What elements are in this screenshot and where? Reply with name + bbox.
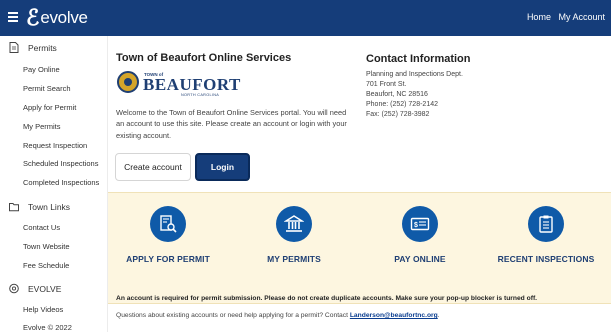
page-title: Town of Beaufort Online Services (116, 52, 292, 64)
contact-line: Planning and Inspections Dept. (366, 71, 463, 78)
evolve-logo-icon: ℰ (26, 5, 40, 30)
sidebar-section-permits[interactable]: Permits (9, 42, 57, 53)
top-bar: ℰ evolve Home My Account (0, 0, 611, 36)
town-seal-icon (117, 71, 139, 93)
sidebar: Permits Pay Online Permit Search Apply f… (0, 36, 108, 332)
account-notice: An account is required for permit submis… (116, 295, 538, 302)
sidebar-section-label: Town Links (28, 201, 71, 212)
sidebar-item-scheduled-inspections[interactable]: Scheduled Inspections (23, 159, 98, 168)
top-nav: Home My Account (522, 12, 605, 22)
sidebar-item-request-inspection[interactable]: Request Inspection (23, 141, 87, 150)
sidebar-item-contact-us[interactable]: Contact Us (23, 223, 60, 232)
sidebar-item-permit-search[interactable]: Permit Search (23, 84, 71, 93)
tile-my-permits[interactable]: MY PERMITS (234, 193, 354, 305)
contact-line: Fax: (252) 728-3982 (366, 111, 430, 118)
welcome-text: Welcome to the Town of Beaufort Online S… (116, 108, 347, 140)
document-icon (9, 42, 19, 53)
tile-recent-inspections[interactable]: RECENT INSPECTIONS (486, 193, 606, 305)
help-text-body: Questions about existing accounts or nee… (116, 312, 348, 319)
beaufort-logo: TOWN of BEAUFORT NORTH CAROLINA (117, 71, 240, 101)
sidebar-item-town-website[interactable]: Town Website (23, 242, 70, 251)
sidebar-item-my-permits[interactable]: My Permits (23, 122, 61, 131)
clipboard-icon (528, 206, 564, 242)
nav-home[interactable]: Home (527, 12, 551, 22)
evolve-icon (9, 283, 19, 294)
svg-text:$: $ (414, 222, 418, 229)
brand-name: evolve (40, 8, 88, 27)
help-text-suffix: . (437, 312, 440, 319)
contact-line: 701 Front St. (366, 81, 407, 88)
create-account-button[interactable]: Create account (115, 153, 191, 181)
tile-label: PAY ONLINE (394, 254, 446, 264)
money-icon: $ (402, 206, 438, 242)
tile-label: MY PERMITS (267, 254, 321, 264)
sidebar-item-pay-online[interactable]: Pay Online (23, 65, 60, 74)
sidebar-item-copyright: Evolve © 2022 (23, 323, 72, 332)
document-search-icon (150, 206, 186, 242)
building-icon (276, 206, 312, 242)
contact-email-link[interactable]: Landerson@beaufortnc.org (350, 312, 438, 319)
contact-line: Phone: (252) 728-2142 (366, 101, 438, 108)
sidebar-section-label: Permits (28, 42, 57, 53)
logo-state: NORTH CAROLINA (181, 93, 220, 97)
sidebar-item-help-videos[interactable]: Help Videos (23, 305, 63, 314)
sidebar-item-fee-schedule[interactable]: Fee Schedule (23, 261, 69, 270)
sidebar-section-town-links[interactable]: Town Links (9, 201, 70, 212)
tile-label: RECENT INSPECTIONS (497, 254, 595, 264)
tile-apply-for-permit[interactable]: APPLY FOR PERMIT (108, 193, 228, 305)
tile-pay-online[interactable]: $ PAY ONLINE (360, 193, 480, 305)
sidebar-item-apply-for-permit[interactable]: Apply for Permit (23, 103, 76, 112)
contact-line: Beaufort, NC 28516 (366, 91, 428, 98)
sidebar-section-evolve[interactable]: EVOLVE (9, 283, 61, 294)
sidebar-item-completed-inspections[interactable]: Completed Inspections (23, 178, 99, 187)
tile-label: APPLY FOR PERMIT (126, 254, 210, 264)
hamburger-menu-icon[interactable] (8, 12, 18, 22)
brand-logo[interactable]: ℰ evolve (26, 6, 88, 30)
folder-icon (9, 203, 19, 212)
quick-links-band: APPLY FOR PERMIT MY PERMITS $ PAY ONLINE… (108, 192, 611, 304)
sidebar-section-label: EVOLVE (28, 283, 62, 294)
nav-my-account[interactable]: My Account (558, 12, 605, 22)
main-content: Town of Beaufort Online Services TOWN of… (108, 36, 611, 332)
help-text: Questions about existing accounts or nee… (116, 312, 440, 319)
logo-town-name: BEAUFORT (143, 75, 241, 94)
contact-title: Contact Information (366, 53, 471, 65)
login-button[interactable]: Login (195, 153, 250, 181)
